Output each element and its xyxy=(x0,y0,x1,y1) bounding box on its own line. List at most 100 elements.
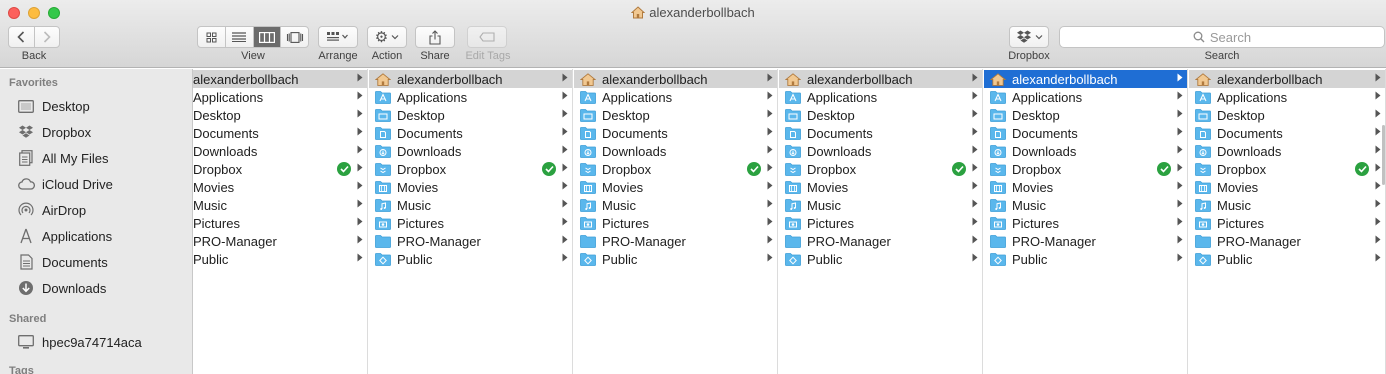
folder-row-pictures[interactable]: Pictures xyxy=(369,214,572,232)
folder-row-desktop[interactable]: Desktop xyxy=(369,106,572,124)
folder-row-desktop[interactable]: Desktop xyxy=(574,106,777,124)
row-label: Music xyxy=(193,197,227,213)
folder-row-pictures[interactable]: Pictures xyxy=(984,214,1187,232)
folder-row-dropbox[interactable]: Dropbox xyxy=(779,160,982,178)
column-view-button[interactable] xyxy=(252,27,281,47)
folder-row-music[interactable]: Music xyxy=(574,196,777,214)
folder-row-public[interactable]: Public xyxy=(369,250,572,268)
folder-row-music[interactable]: Music xyxy=(369,196,572,214)
folder-row-downloads[interactable]: Downloads xyxy=(779,142,982,160)
sidebar-item-airdrop[interactable]: AirDrop xyxy=(0,197,192,223)
sync-checkmark-icon xyxy=(747,162,761,176)
sync-checkmark-icon xyxy=(542,162,556,176)
cover-flow-view-button[interactable] xyxy=(280,27,308,47)
sidebar-item-documents[interactable]: Documents xyxy=(0,249,192,275)
home-folder-row[interactable]: alexanderbollbach xyxy=(369,70,572,88)
share-button[interactable] xyxy=(415,26,455,48)
sidebar-item-icloud-drive[interactable]: iCloud Drive xyxy=(0,171,192,197)
folder-row-dropbox[interactable]: Dropbox xyxy=(574,160,777,178)
folder-row-movies[interactable]: Movies xyxy=(193,178,367,196)
back-button[interactable] xyxy=(9,27,34,47)
folder-row-music[interactable]: Music xyxy=(1189,196,1385,214)
favorites-heading: Favorites xyxy=(9,77,58,89)
folder-icon xyxy=(1195,126,1217,140)
home-folder-row[interactable]: alexanderbollbach xyxy=(984,70,1187,88)
icon-view-button[interactable] xyxy=(198,27,225,47)
sidebar-item-dropbox[interactable]: Dropbox xyxy=(0,119,192,145)
folder-row-documents[interactable]: Documents xyxy=(193,124,367,142)
home-folder-row[interactable]: alexanderbollbach xyxy=(1189,70,1385,88)
folder-icon xyxy=(785,252,807,266)
folder-row-music[interactable]: Music xyxy=(984,196,1187,214)
folder-row-pro-manager[interactable]: PRO-Manager xyxy=(779,232,982,250)
dropbox-toolbar-button[interactable] xyxy=(1009,26,1049,48)
sidebar-item-shared-computer[interactable]: hpec9a74714aca xyxy=(0,329,192,355)
folder-row-pro-manager[interactable]: PRO-Manager xyxy=(1189,232,1385,250)
folder-row-desktop[interactable]: Desktop xyxy=(984,106,1187,124)
chevron-right-icon xyxy=(1177,109,1183,120)
folder-icon xyxy=(990,108,1012,122)
edit-tags-label: Edit Tags xyxy=(465,50,511,62)
chevron-right-icon xyxy=(1177,73,1183,84)
folder-row-documents[interactable]: Documents xyxy=(1189,124,1385,142)
folder-row-dropbox[interactable]: Dropbox xyxy=(1189,160,1385,178)
folder-row-documents[interactable]: Documents xyxy=(779,124,982,142)
sidebar-item-applications[interactable]: Applications xyxy=(0,223,192,249)
folder-row-pictures[interactable]: Pictures xyxy=(1189,214,1385,232)
folder-row-downloads[interactable]: Downloads xyxy=(193,142,367,160)
folder-row-movies[interactable]: Movies xyxy=(369,178,572,196)
home-folder-row[interactable]: alexanderbollbach xyxy=(779,70,982,88)
folder-row-downloads[interactable]: Downloads xyxy=(369,142,572,160)
folder-row-pictures[interactable]: Pictures xyxy=(779,214,982,232)
folder-row-documents[interactable]: Documents xyxy=(574,124,777,142)
search-field[interactable]: Search xyxy=(1059,26,1385,48)
list-view-button[interactable] xyxy=(224,27,253,47)
folder-row-public[interactable]: Public xyxy=(1189,250,1385,268)
folder-row-movies[interactable]: Movies xyxy=(779,178,982,196)
row-label: PRO-Manager xyxy=(807,233,891,249)
folder-row-pro-manager[interactable]: PRO-Manager xyxy=(984,232,1187,250)
action-button[interactable]: ⚙ xyxy=(367,26,407,48)
forward-button[interactable] xyxy=(33,27,60,47)
arrange-button[interactable] xyxy=(318,26,358,48)
folder-row-pro-manager[interactable]: PRO-Manager xyxy=(369,232,572,250)
folder-row-music[interactable]: Music xyxy=(193,196,367,214)
folder-row-applications[interactable]: Applications xyxy=(984,88,1187,106)
folder-row-desktop[interactable]: Desktop xyxy=(1189,106,1385,124)
sidebar-item-all-my-files[interactable]: All My Files xyxy=(0,145,192,171)
folder-row-documents[interactable]: Documents xyxy=(984,124,1187,142)
folder-row-pro-manager[interactable]: PRO-Manager xyxy=(574,232,777,250)
folder-row-movies[interactable]: Movies xyxy=(1189,178,1385,196)
vertical-scrollbar[interactable] xyxy=(1382,125,1385,185)
folder-row-applications[interactable]: Applications xyxy=(779,88,982,106)
folder-row-dropbox[interactable]: Dropbox xyxy=(984,160,1187,178)
folder-row-movies[interactable]: Movies xyxy=(574,178,777,196)
folder-row-public[interactable]: Public xyxy=(193,250,367,268)
sync-checkmark-icon xyxy=(1157,162,1171,176)
folder-row-pictures[interactable]: Pictures xyxy=(193,214,367,232)
folder-row-desktop[interactable]: Desktop xyxy=(779,106,982,124)
folder-row-downloads[interactable]: Downloads xyxy=(984,142,1187,160)
folder-row-desktop[interactable]: Desktop xyxy=(193,106,367,124)
folder-row-pro-manager[interactable]: PRO-Manager xyxy=(193,232,367,250)
sidebar-item-downloads[interactable]: Downloads xyxy=(0,275,192,301)
folder-row-music[interactable]: Music xyxy=(779,196,982,214)
folder-row-applications[interactable]: Applications xyxy=(1189,88,1385,106)
folder-row-applications[interactable]: Applications xyxy=(574,88,777,106)
folder-row-downloads[interactable]: Downloads xyxy=(574,142,777,160)
home-folder-row[interactable]: alexanderbollbach xyxy=(193,70,367,88)
folder-row-public[interactable]: Public xyxy=(779,250,982,268)
folder-row-downloads[interactable]: Downloads xyxy=(1189,142,1385,160)
folder-row-applications[interactable]: Applications xyxy=(369,88,572,106)
folder-row-dropbox[interactable]: Dropbox xyxy=(369,160,572,178)
sidebar-item-desktop[interactable]: Desktop xyxy=(0,93,192,119)
home-folder-row[interactable]: alexanderbollbach xyxy=(574,70,777,88)
folder-row-movies[interactable]: Movies xyxy=(984,178,1187,196)
folder-row-documents[interactable]: Documents xyxy=(369,124,572,142)
edit-tags-button[interactable] xyxy=(467,26,507,48)
folder-row-public[interactable]: Public xyxy=(574,250,777,268)
folder-row-public[interactable]: Public xyxy=(984,250,1187,268)
folder-row-dropbox[interactable]: Dropbox xyxy=(193,160,367,178)
folder-row-pictures[interactable]: Pictures xyxy=(574,214,777,232)
folder-row-applications[interactable]: Applications xyxy=(193,88,367,106)
